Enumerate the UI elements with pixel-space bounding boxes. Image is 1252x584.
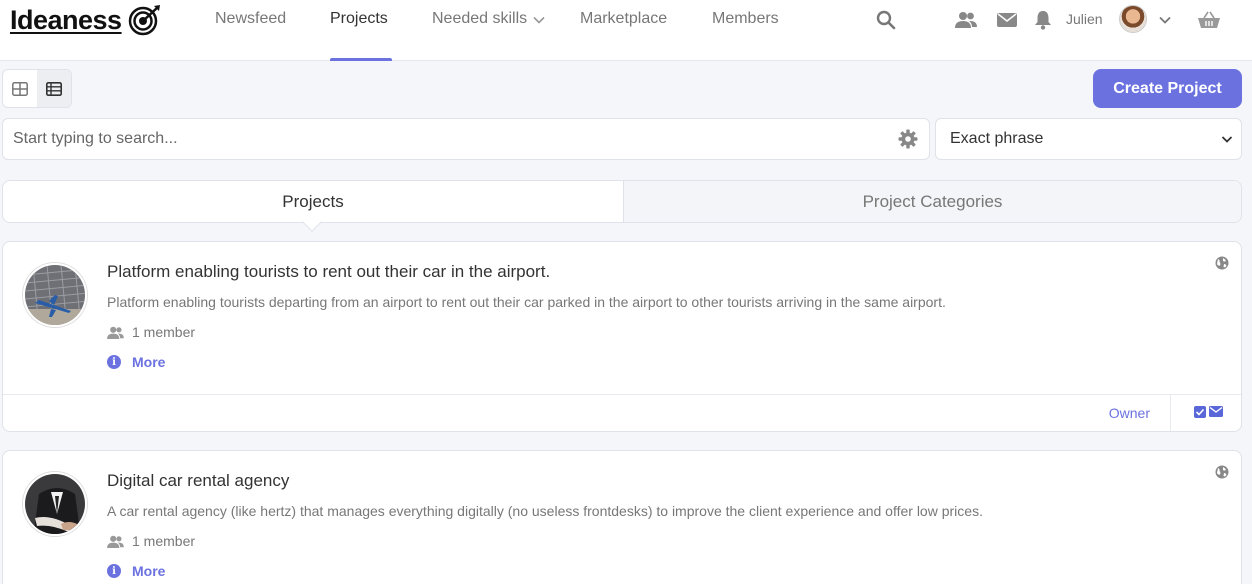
nav-needed-skills[interactable]: Needed skills <box>432 0 545 61</box>
brand-name: Ideaness <box>10 4 122 35</box>
envelope-icon[interactable] <box>1209 406 1223 417</box>
project-card[interactable]: Platform enabling tourists to rent out t… <box>2 241 1242 432</box>
footer-divider <box>1170 395 1171 431</box>
create-project-button[interactable]: Create Project <box>1093 69 1242 108</box>
user-name[interactable]: Julien <box>1066 11 1103 27</box>
project-card[interactable]: Digital car rental agency A car rental a… <box>2 450 1242 584</box>
search-mode-value: Exact phrase <box>950 130 1044 147</box>
check-square-icon[interactable] <box>1194 406 1206 418</box>
project-thumbnail[interactable] <box>23 263 87 327</box>
airport-plane-image <box>25 265 85 325</box>
tab-project-categories-label: Project Categories <box>862 191 1003 211</box>
list-view-button[interactable] <box>37 70 71 107</box>
users-icon <box>955 12 977 28</box>
search-input[interactable] <box>13 119 883 159</box>
search-mode-select[interactable]: Exact phrase <box>935 118 1242 160</box>
notifications-button[interactable] <box>1031 8 1055 32</box>
chevron-down-icon <box>533 16 545 24</box>
business-suit-image <box>25 474 85 534</box>
more-link[interactable]: i More <box>107 563 165 579</box>
nav-needed-skills-label: Needed skills <box>432 10 528 27</box>
tab-caret <box>302 212 322 232</box>
tab-projects[interactable]: Projects <box>3 181 623 232</box>
target-icon <box>128 5 160 36</box>
grid-view-button[interactable] <box>3 70 37 107</box>
nav-projects-label: Projects <box>330 10 388 27</box>
tab-project-categories[interactable]: Project Categories <box>623 181 1241 222</box>
search-icon <box>876 10 896 30</box>
more-label: More <box>132 354 166 370</box>
project-members: 1 member <box>107 533 195 549</box>
user-menu-toggle[interactable] <box>1153 8 1177 32</box>
brand-logo[interactable]: Ideaness <box>10 4 162 36</box>
footer-actions <box>1194 406 1223 418</box>
messages-button[interactable] <box>995 8 1019 32</box>
nav-newsfeed[interactable]: Newsfeed <box>215 0 286 61</box>
project-title[interactable]: Digital car rental agency <box>107 471 289 491</box>
gear-icon[interactable] <box>898 129 918 149</box>
basket-icon <box>1198 11 1220 28</box>
member-count: 1 member <box>132 533 196 549</box>
nav-projects[interactable]: Projects <box>330 0 392 61</box>
project-description: Platform enabling tourists departing fro… <box>107 294 946 310</box>
nav-marketplace-label: Marketplace <box>580 10 668 27</box>
nav-members[interactable]: Members <box>712 0 779 61</box>
chevron-down-icon <box>1221 136 1233 143</box>
tab-projects-label: Projects <box>282 191 344 211</box>
info-icon: i <box>107 355 121 369</box>
search-button[interactable] <box>874 8 898 32</box>
project-description: A car rental agency (like hertz) that ma… <box>107 503 983 519</box>
member-count: 1 member <box>132 324 196 340</box>
users-icon <box>107 326 124 339</box>
more-label: More <box>132 563 166 579</box>
project-title[interactable]: Platform enabling tourists to rent out t… <box>107 262 550 282</box>
users-icon <box>107 535 124 548</box>
grid-icon <box>12 81 28 96</box>
nav-marketplace[interactable]: Marketplace <box>580 0 667 61</box>
project-card-footer: Owner <box>3 394 1241 431</box>
content-tabs: Projects Project Categories <box>2 180 1242 232</box>
nav-members-label: Members <box>712 10 779 27</box>
user-avatar[interactable] <box>1119 5 1147 33</box>
globe-icon <box>1215 256 1229 270</box>
bell-icon <box>1035 11 1051 30</box>
top-navbar: Ideaness Newsfeed Projects Needed skills… <box>0 0 1252 61</box>
info-icon: i <box>107 564 121 578</box>
project-role: Owner <box>1108 405 1150 421</box>
view-toggle <box>2 69 72 108</box>
friends-button[interactable] <box>954 8 978 32</box>
envelope-icon <box>997 13 1017 27</box>
more-link[interactable]: i More <box>107 354 165 370</box>
chevron-down-icon <box>1159 16 1171 24</box>
search-box <box>2 118 930 160</box>
globe-icon <box>1215 465 1229 479</box>
list-icon <box>46 81 62 96</box>
project-thumbnail[interactable] <box>23 472 87 536</box>
project-members: 1 member <box>107 324 195 340</box>
nav-newsfeed-label: Newsfeed <box>215 10 287 27</box>
cart-button[interactable] <box>1197 8 1221 32</box>
active-tab-indicator <box>330 58 392 61</box>
